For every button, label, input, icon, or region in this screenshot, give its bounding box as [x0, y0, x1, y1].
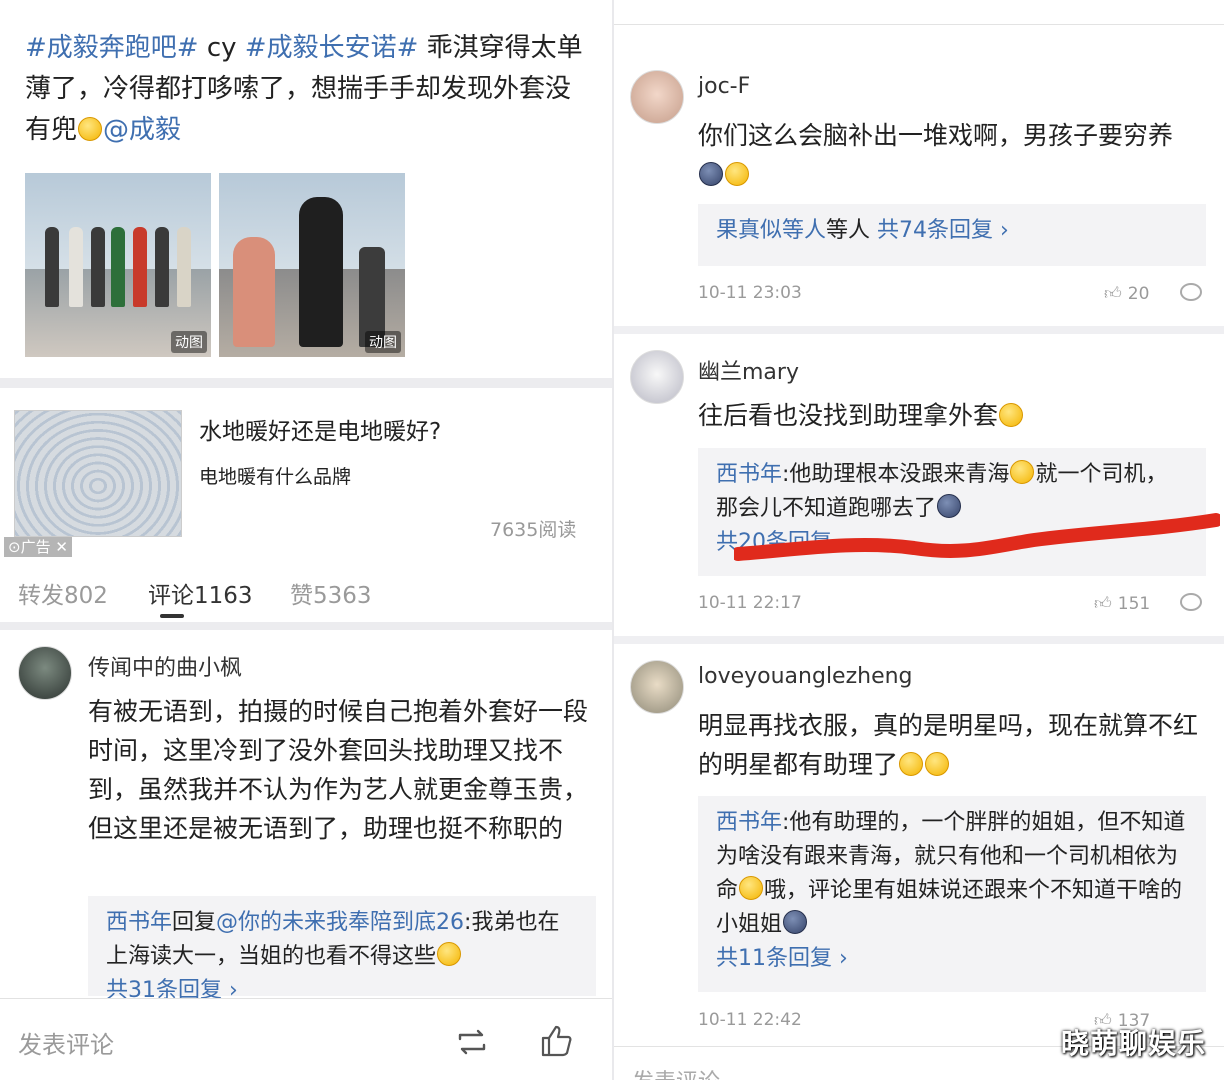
post-tabs: 转发802 评论1163 赞5363: [0, 570, 612, 620]
laugh-cry-emoji-icon: [725, 162, 749, 186]
like-count: 20: [1127, 283, 1150, 304]
comment-text: 你们这么会脑补出一堆戏啊，男孩子要穷养: [698, 121, 1174, 150]
tab-comments[interactable]: 评论1163: [148, 576, 253, 610]
reply-preview[interactable]: 西书年回复@你的未来我奉陪到底26:我弟也在上海读大一，当姐的也看不得这些 共3…: [88, 896, 596, 1003]
comment-input[interactable]: 发表评论: [18, 1025, 114, 1060]
divider: [614, 24, 1224, 25]
mention-link[interactable]: @成毅: [103, 115, 181, 145]
reply-text: :他助理根本没跟来青海: [782, 462, 1010, 487]
comment-input[interactable]: 发表评论: [632, 1064, 720, 1080]
post-image-1[interactable]: 动图: [25, 173, 211, 357]
divider: [0, 378, 612, 388]
like-icon[interactable]: 👍︎: [1094, 593, 1112, 614]
comment-author[interactable]: 幽兰mary: [698, 354, 799, 386]
reply-preview[interactable]: 果真似等人等人 共74条回复 ›: [698, 204, 1206, 266]
like-icon[interactable]: 👍︎: [1104, 283, 1122, 304]
reply-word: 回复: [172, 910, 217, 935]
hashtag-link[interactable]: #成毅奔跑吧#: [25, 33, 199, 63]
left-screenshot: #成毅奔跑吧# cy #成毅长安诺# 乖淇穿得太单薄了，冷得都打哆嗦了，想揣手手…: [0, 0, 612, 1080]
reply-mention[interactable]: @你的未来我奉陪到底26: [216, 910, 464, 935]
comment-body: 你们这么会脑补出一堆戏啊，男孩子要穷养: [698, 116, 1198, 194]
comment-body: 明显再找衣服，真的是明星吗，现在就算不红的明星都有助理了: [698, 706, 1198, 784]
avatar[interactable]: [630, 660, 684, 714]
ad-image[interactable]: [14, 410, 182, 537]
comment-text: 往后看也没找到助理拿外套: [698, 401, 999, 430]
tab-underline: [160, 614, 184, 618]
ad-subtitle: 电地暖有什么品牌: [199, 466, 352, 488]
reply-author[interactable]: 西书年: [106, 910, 172, 935]
reply-icon[interactable]: [1180, 593, 1202, 611]
reply-count-link[interactable]: 共74条回复 ›: [870, 218, 1009, 243]
cry-emoji-icon: [699, 162, 723, 186]
avatar[interactable]: [18, 646, 72, 700]
comment-time: 10-11 23:03: [698, 283, 802, 303]
avatar[interactable]: [630, 350, 684, 404]
reply-summary-word: 等人: [826, 218, 871, 243]
laugh-cry-emoji-icon: [78, 117, 103, 141]
comment-time: 10-11 22:17: [698, 593, 802, 613]
bottom-bar: 发表评论: [0, 998, 612, 1080]
reply-author[interactable]: 果真似等人: [716, 218, 826, 243]
ad-title[interactable]: 水地暖好还是电地暖好?: [199, 412, 441, 446]
reply-author[interactable]: 西书年: [716, 810, 782, 835]
cry-emoji-icon: [783, 910, 808, 934]
laugh-cry-emoji-icon: [1010, 460, 1035, 484]
red-underline-annotation: [734, 513, 1220, 561]
laugh-cry-emoji-icon: [739, 876, 764, 900]
comment-author[interactable]: loveyouanglezheng: [698, 664, 913, 689]
sad-emoji-icon: [999, 403, 1024, 427]
comment-likes[interactable]: 👍︎ 151: [1094, 593, 1151, 615]
post-text-part: cy: [198, 33, 245, 63]
hashtag-link[interactable]: #成毅长安诺#: [245, 33, 419, 63]
post-image-2[interactable]: 动图: [219, 173, 405, 357]
smile-emoji-icon: [437, 942, 462, 966]
tab-likes[interactable]: 赞5363: [290, 576, 372, 610]
laugh-cry-emoji-icon: [899, 752, 924, 776]
divider: [614, 636, 1224, 644]
close-icon[interactable]: ✕: [51, 538, 68, 556]
comment-likes[interactable]: 👍︎ 20: [1104, 283, 1150, 305]
divider: [0, 622, 612, 630]
comment-time: 10-11 22:42: [698, 1010, 802, 1030]
comment-body: 有被无语到，拍摄的时候自己抱着外套好一段时间，这里冷到了没外套回头找助理又找不到…: [88, 697, 589, 843]
watermark: 晓萌聊娱乐: [1060, 1027, 1206, 1060]
ad-tag-label: 广告: [20, 538, 51, 556]
repost-icon[interactable]: [454, 1027, 490, 1057]
comment-author[interactable]: joc-F: [698, 74, 750, 99]
divider: [614, 326, 1224, 334]
tab-reposts[interactable]: 转发802: [18, 576, 108, 610]
reply-icon[interactable]: [1180, 283, 1202, 301]
comment-text: 明显再找衣服，真的是明星吗，现在就算不红的明星都有助理了: [698, 711, 1199, 779]
ad-views: 7635阅读: [490, 519, 577, 541]
ad-tag[interactable]: ⊙广告 ✕: [4, 537, 72, 557]
avatar[interactable]: [630, 70, 684, 124]
ad-icon: ⊙: [8, 538, 21, 556]
like-count: 151: [1117, 593, 1151, 614]
gif-badge: 动图: [365, 331, 401, 353]
like-icon[interactable]: [538, 1023, 574, 1059]
reply-preview[interactable]: 西书年:他有助理的，一个胖胖的姐姐，但不知道为啥没有跟来青海，就只有他和一个司机…: [698, 796, 1206, 992]
comment-body: 往后看也没找到助理拿外套: [698, 396, 1198, 435]
laugh-cry-emoji-icon: [925, 752, 950, 776]
post-text: #成毅奔跑吧# cy #成毅长安诺# 乖淇穿得太单薄了，冷得都打哆嗦了，想揣手手…: [25, 28, 585, 151]
comment-author[interactable]: 传闻中的曲小枫: [88, 650, 242, 682]
reply-author[interactable]: 西书年: [716, 462, 782, 487]
gif-badge: 动图: [171, 331, 207, 353]
reply-count-link[interactable]: 共11条回复 ›: [716, 946, 848, 971]
